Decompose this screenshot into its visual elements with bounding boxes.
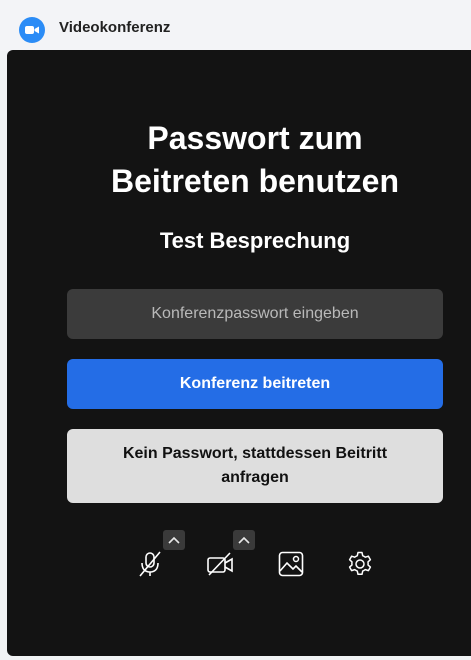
title-bar: Videokonferenz — [0, 0, 471, 51]
camera-off-icon[interactable] — [204, 548, 236, 580]
camera-options-chevron-up-icon[interactable] — [233, 530, 255, 550]
request-entry-button[interactable]: Kein Passwort, stattdessen Beitritt anfr… — [67, 429, 443, 503]
app-title: Videokonferenz — [59, 19, 171, 36]
virtual-background-icon[interactable] — [275, 548, 307, 580]
settings-gear-icon[interactable] — [344, 548, 376, 580]
microphone-muted-icon[interactable] — [134, 548, 166, 580]
meeting-name: Test Besprechung — [159, 228, 351, 253]
microphone-options-chevron-up-icon[interactable] — [163, 530, 185, 550]
password-input[interactable] — [67, 289, 443, 339]
video-camera-icon — [19, 17, 45, 43]
join-conference-button[interactable]: Konferenz beitreten — [67, 359, 443, 409]
dialog-heading: Passwort zum Beitreten benutzen — [110, 120, 400, 199]
